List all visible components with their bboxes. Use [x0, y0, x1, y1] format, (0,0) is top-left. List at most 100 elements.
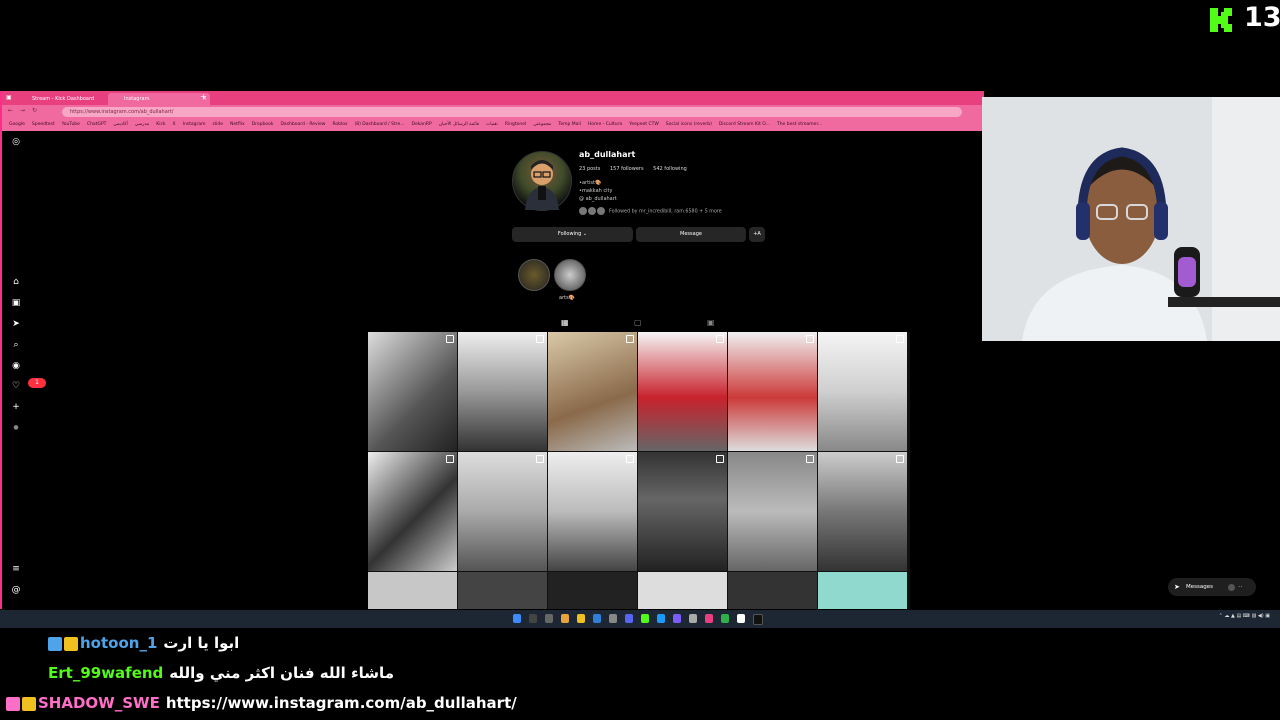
app-icon[interactable]	[737, 614, 745, 623]
post-thumbnail[interactable]	[368, 452, 457, 571]
bookmark-item[interactable]: Dropbook	[252, 119, 274, 131]
post-thumbnail[interactable]	[728, 452, 817, 571]
opera-icon[interactable]	[705, 614, 713, 623]
bookmark-item[interactable]: مجموعتي	[533, 119, 551, 131]
reels-tab-icon[interactable]: ▢	[634, 318, 642, 327]
bookmark-item[interactable]: Yeepeet CTW	[629, 119, 659, 131]
bio-line[interactable]: @ ab_dullahart	[579, 195, 617, 203]
post-thumbnail[interactable]	[818, 572, 907, 609]
instagram-logo-icon[interactable]: ◎	[11, 137, 21, 147]
bookmark-item[interactable]: Kick	[156, 119, 165, 131]
bookmark-item[interactable]: Dashboard - Review	[280, 119, 325, 131]
post-thumbnail[interactable]	[818, 452, 907, 571]
chat-username[interactable]: Ert_99wafend	[48, 664, 163, 682]
bookmark-item[interactable]: (8) Dashboard / Stre...	[355, 119, 405, 131]
forward-icon[interactable]: →	[20, 107, 25, 114]
chat-username[interactable]: SHADOW_SWE	[38, 694, 160, 712]
post-thumbnail[interactable]	[638, 572, 727, 609]
app-icon[interactable]	[673, 614, 681, 623]
search-icon[interactable]	[529, 614, 537, 623]
chat-text[interactable]: https://www.instagram.com/ab_dullahart/	[166, 694, 517, 712]
create-icon[interactable]: +	[11, 402, 21, 412]
followers-count[interactable]: 157 followers	[610, 166, 644, 172]
app-icon[interactable]	[609, 614, 617, 623]
system-tray[interactable]: ⌃ ☁ ▲ ▤ ⌨ ▨ ◀) ▣	[1219, 613, 1270, 619]
profile-avatar[interactable]	[512, 151, 572, 211]
bookmark-item[interactable]: Ringtonel	[505, 119, 526, 131]
bookmark-item[interactable]: Roblox	[332, 119, 347, 131]
bookmark-item[interactable]: DekanRP	[412, 119, 432, 131]
post-thumbnail[interactable]	[458, 452, 547, 571]
bookmark-item[interactable]: The best streamer...	[777, 119, 822, 131]
bookmark-item[interactable]: Temp Mail	[558, 119, 581, 131]
followed-by[interactable]: Followed by mr_incredibill, ram.6580 + 5…	[579, 207, 722, 215]
app-icon[interactable]	[689, 614, 697, 623]
url-input[interactable]: https://www.instagram.com/ab_dullahart/	[62, 107, 962, 117]
post-thumbnail[interactable]	[638, 452, 727, 571]
bookmark-item[interactable]: YouTube	[62, 119, 80, 131]
send-icon[interactable]: ➤	[11, 319, 21, 329]
vscode-icon[interactable]	[593, 614, 601, 623]
suggest-button[interactable]: +A	[749, 227, 765, 242]
story-highlight[interactable]	[554, 259, 586, 291]
post-thumbnail[interactable]	[818, 332, 907, 451]
story-highlight[interactable]	[518, 259, 550, 291]
search-icon[interactable]: ⌕	[11, 340, 21, 350]
post-thumbnail[interactable]	[368, 572, 457, 609]
tab-kick-dashboard[interactable]: Stream - Kick Dashboard ×	[16, 93, 122, 105]
task-view-icon[interactable]	[545, 614, 553, 623]
reload-icon[interactable]: ↻	[32, 107, 37, 114]
discord-icon[interactable]	[625, 614, 633, 623]
back-icon[interactable]: ←	[8, 107, 13, 114]
following-button[interactable]: Following ⌄	[512, 227, 633, 242]
window-menu-icon[interactable]: ▣	[6, 94, 12, 101]
threads-icon[interactable]: @	[11, 585, 21, 595]
bookmark-item[interactable]: Netflix	[230, 119, 245, 131]
posts-count[interactable]: 23 posts	[579, 166, 600, 172]
tagged-tab-icon[interactable]: ▣	[707, 318, 715, 327]
posts-grid-icon[interactable]: ▦	[561, 318, 569, 327]
post-thumbnail[interactable]	[458, 572, 547, 609]
following-count[interactable]: 542 following	[653, 166, 687, 172]
profile-icon[interactable]: ●	[11, 423, 21, 433]
bookmark-item[interactable]: Instagram	[183, 119, 206, 131]
messages-button[interactable]: ➤ Messages ··	[1168, 578, 1256, 596]
bookmark-item[interactable]: Speedtest	[32, 119, 55, 131]
steam-icon[interactable]	[657, 614, 665, 623]
bookmark-item[interactable]: تقنيات	[486, 119, 498, 131]
post-thumbnail[interactable]	[458, 332, 547, 451]
post-thumbnail[interactable]	[548, 332, 637, 451]
post-thumbnail[interactable]	[548, 572, 637, 609]
app-icon[interactable]	[721, 614, 729, 623]
bookmark-item[interactable]: قائمة الرسائل الأحيان	[439, 119, 479, 131]
bookmark-item[interactable]: Social icons (reverb)	[666, 119, 712, 131]
kick-icon[interactable]	[641, 614, 649, 623]
home-icon[interactable]: ⌂	[11, 277, 21, 287]
reels-icon[interactable]: ▣	[11, 298, 21, 308]
post-thumbnail[interactable]	[548, 452, 637, 571]
app-icon[interactable]	[577, 614, 585, 623]
bookmark-item[interactable]: Home - Cultura	[588, 119, 622, 131]
post-thumbnail[interactable]	[638, 332, 727, 451]
bookmark-item[interactable]: أكاديمي	[113, 119, 127, 131]
bookmark-item[interactable]: slide	[213, 119, 223, 131]
chat-badge-icon	[6, 696, 20, 711]
new-tab-icon[interactable]: +	[200, 92, 207, 101]
bookmark-item[interactable]: Google	[9, 119, 25, 131]
bookmark-item[interactable]: X	[173, 119, 176, 131]
tab-instagram[interactable]: Instagram ×	[108, 93, 210, 105]
heart-icon[interactable]: ♡	[11, 381, 21, 391]
bookmark-item[interactable]: مدرسي	[135, 119, 149, 131]
explore-icon[interactable]: ◉	[11, 361, 21, 371]
post-thumbnail[interactable]	[728, 572, 817, 609]
file-explorer-icon[interactable]	[561, 614, 569, 623]
bookmark-item[interactable]: Discord Stream Kit O...	[719, 119, 770, 131]
menu-icon[interactable]: ≡	[11, 564, 21, 574]
bookmark-item[interactable]: ChatGPT	[87, 119, 106, 131]
start-icon[interactable]	[513, 614, 521, 623]
chat-username[interactable]: hotoon_1	[80, 634, 157, 652]
post-thumbnail[interactable]	[728, 332, 817, 451]
message-button[interactable]: Message	[636, 227, 746, 242]
tiktok-icon[interactable]	[753, 614, 763, 625]
post-thumbnail[interactable]	[368, 332, 457, 451]
